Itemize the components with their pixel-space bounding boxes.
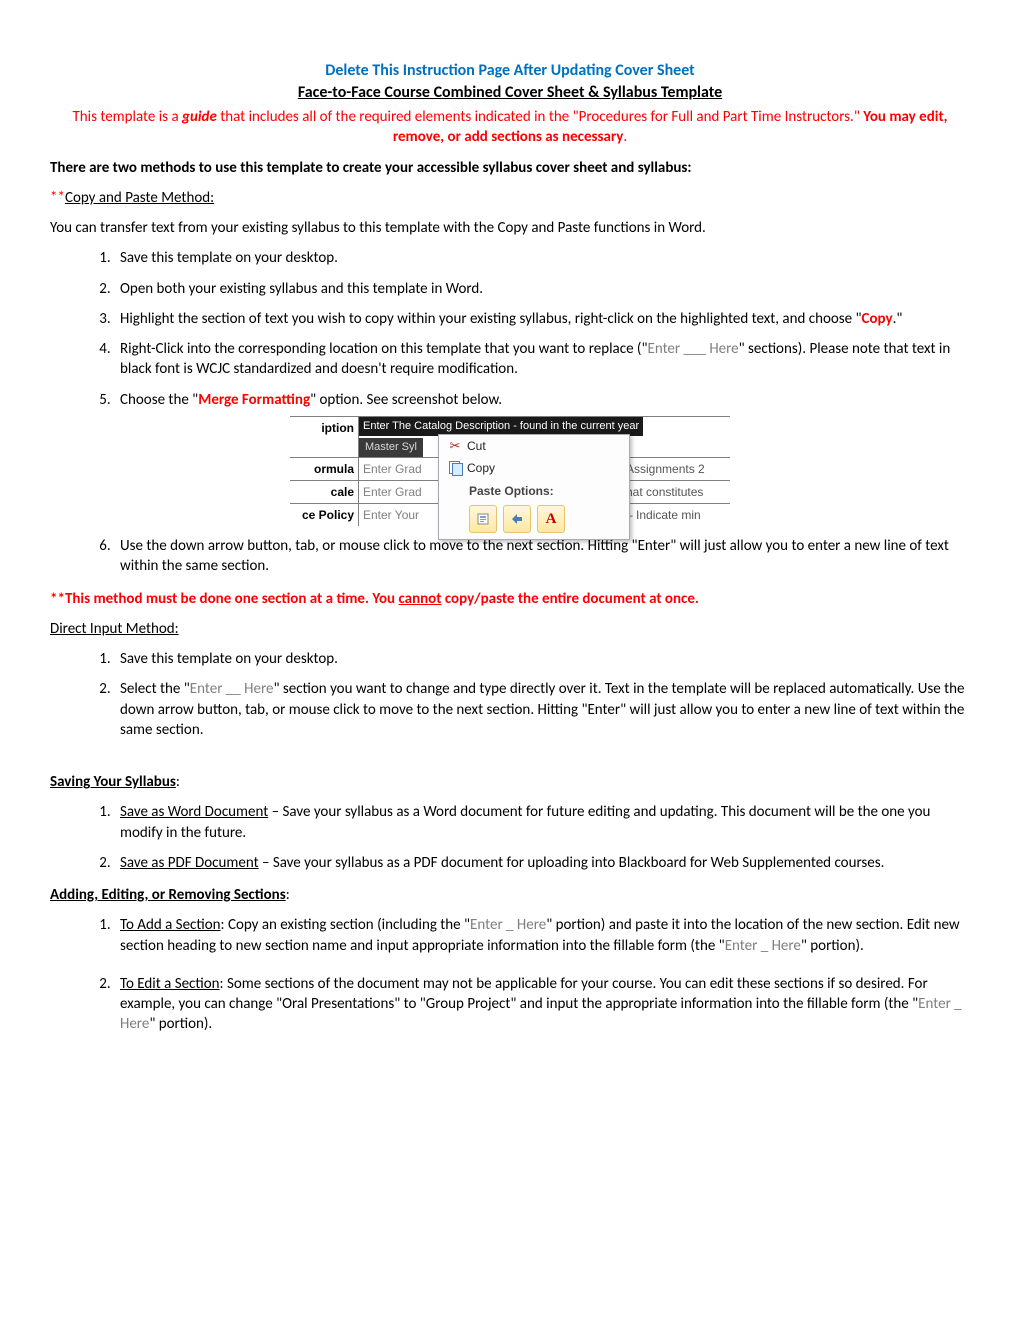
saving-title: Saving Your Syllabus bbox=[50, 773, 176, 791]
paste-options-row: A bbox=[439, 501, 629, 539]
delete-instruction-notice: Delete This Instruction Page After Updat… bbox=[50, 60, 970, 82]
list-item: Highlight the section of text you wish t… bbox=[114, 309, 970, 329]
list-item: To Edit a Section: Some sections of the … bbox=[114, 974, 970, 1035]
paste-text-only-icon[interactable]: A bbox=[537, 505, 565, 533]
li5-post: " option. See screenshot below. bbox=[310, 391, 502, 409]
m2-i2-pre: Select the " bbox=[120, 680, 190, 698]
illus-right: hat constitutes bbox=[621, 481, 730, 503]
list-item: Choose the "Merge Formatting" option. Se… bbox=[114, 390, 970, 527]
list-item: Right-Click into the corresponding locat… bbox=[114, 339, 970, 380]
editing-title: Adding, Editing, or Removing Sections bbox=[50, 886, 286, 904]
list-item: To Add a Section: Copy an existing secti… bbox=[114, 915, 970, 956]
guide-word: guide bbox=[182, 108, 217, 126]
guide-paragraph: This template is a guide that includes a… bbox=[50, 107, 970, 148]
edit-section-label: To Edit a Section bbox=[120, 975, 220, 993]
li4-pre: Right-Click into the corresponding locat… bbox=[120, 340, 648, 358]
screenshot-illustration: iption Enter The Catalog Description - f… bbox=[290, 416, 730, 526]
li3-pre: Highlight the section of text you wish t… bbox=[120, 310, 862, 328]
warning-post: copy/paste the entire document at once. bbox=[441, 590, 698, 608]
add-post: " portion). bbox=[801, 937, 864, 955]
method1-heading: **Copy and Paste Method: bbox=[50, 188, 970, 208]
list-item: Select the "Enter __ Here" section you w… bbox=[114, 679, 970, 740]
method1-stars: ** bbox=[50, 189, 65, 207]
method2-heading: Direct Input Method: bbox=[50, 619, 970, 639]
save-word-label: Save as Word Document bbox=[120, 803, 268, 821]
list-item: Save this template on your desktop. bbox=[114, 649, 970, 669]
list-item: Save as PDF Document – Save your syllabu… bbox=[114, 853, 970, 873]
list-item: Open both your existing syllabus and thi… bbox=[114, 279, 970, 299]
method1-title: Copy and Paste Method: bbox=[65, 189, 214, 207]
li4-placeholder: Enter ___ Here bbox=[648, 340, 739, 358]
warning-cannot: cannot bbox=[398, 590, 441, 608]
illus-label: iption bbox=[290, 417, 359, 457]
ctx-copy-label: Copy bbox=[467, 460, 495, 476]
li3-post: ." bbox=[893, 310, 903, 328]
guide-pre-text: This template is a bbox=[72, 108, 182, 126]
guide-mid-text: that includes all of the required elemen… bbox=[217, 108, 863, 126]
warning-pre: **This method must be done one section a… bbox=[50, 590, 398, 608]
list-item: Save as Word Document – Save your syllab… bbox=[114, 802, 970, 843]
list-item: Use the down arrow button, tab, or mouse… bbox=[114, 536, 970, 577]
illus-label: ormula bbox=[290, 458, 359, 480]
illus-right: Assignments 2 bbox=[621, 458, 730, 480]
illus-label: cale bbox=[290, 481, 359, 503]
li3-copy: Copy bbox=[862, 310, 893, 328]
copy-icon bbox=[449, 461, 462, 474]
list-item: Save this template on your desktop. bbox=[114, 248, 970, 268]
method2-list: Save this template on your desktop. Sele… bbox=[90, 649, 970, 740]
method2-title: Direct Input Method: bbox=[50, 620, 179, 638]
paste-keep-source-icon[interactable] bbox=[469, 505, 497, 533]
saving-heading: Saving Your Syllabus: bbox=[50, 772, 970, 792]
illus-right: – Indicate min bbox=[621, 504, 730, 526]
paste-merge-formatting-icon[interactable] bbox=[503, 505, 531, 533]
two-methods-intro: There are two methods to use this templa… bbox=[50, 158, 970, 178]
editing-colon: : bbox=[286, 886, 290, 904]
method1-list: Save this template on your desktop. Open… bbox=[90, 248, 970, 576]
ctx-cut-item[interactable]: ✂ Cut bbox=[439, 435, 629, 457]
scissors-icon: ✂ bbox=[450, 437, 461, 455]
edit-post: " portion). bbox=[149, 1015, 212, 1033]
illus-master-text: Master Syl bbox=[359, 438, 423, 457]
m2-i2-placeholder: Enter __ Here bbox=[190, 680, 274, 698]
add-placeholder1: Enter _ Here bbox=[470, 916, 546, 934]
method1-desc: You can transfer text from your existing… bbox=[50, 218, 970, 238]
editing-heading: Adding, Editing, or Removing Sections: bbox=[50, 885, 970, 905]
ctx-cut-label: Cut bbox=[467, 438, 486, 454]
add-pre: : Copy an existing section (including th… bbox=[221, 916, 471, 934]
method1-warning: **This method must be done one section a… bbox=[50, 589, 970, 609]
edit-pre: : Some sections of the document may not … bbox=[120, 975, 928, 1013]
context-menu: ✂ Cut Copy Paste Options: A bbox=[438, 434, 630, 540]
li5-pre: Choose the " bbox=[120, 391, 198, 409]
save-pdf-label: Save as PDF Document bbox=[120, 854, 259, 872]
editing-list: To Add a Section: Copy an existing secti… bbox=[90, 915, 970, 1034]
guide-period: . bbox=[623, 128, 627, 146]
page-title: Face-to-Face Course Combined Cover Sheet… bbox=[50, 82, 970, 104]
ctx-copy-item[interactable]: Copy bbox=[439, 457, 629, 479]
add-placeholder2: Enter _ Here bbox=[725, 937, 801, 955]
add-section-label: To Add a Section bbox=[120, 916, 221, 934]
saving-list: Save as Word Document – Save your syllab… bbox=[90, 802, 970, 873]
li5-merge: Merge Formatting bbox=[198, 391, 310, 409]
illus-label: ce Policy bbox=[290, 504, 359, 526]
saving-colon: : bbox=[176, 773, 180, 791]
save-pdf-rest: – Save your syllabus as a PDF document f… bbox=[259, 854, 885, 872]
paste-options-header: Paste Options: bbox=[439, 479, 629, 501]
